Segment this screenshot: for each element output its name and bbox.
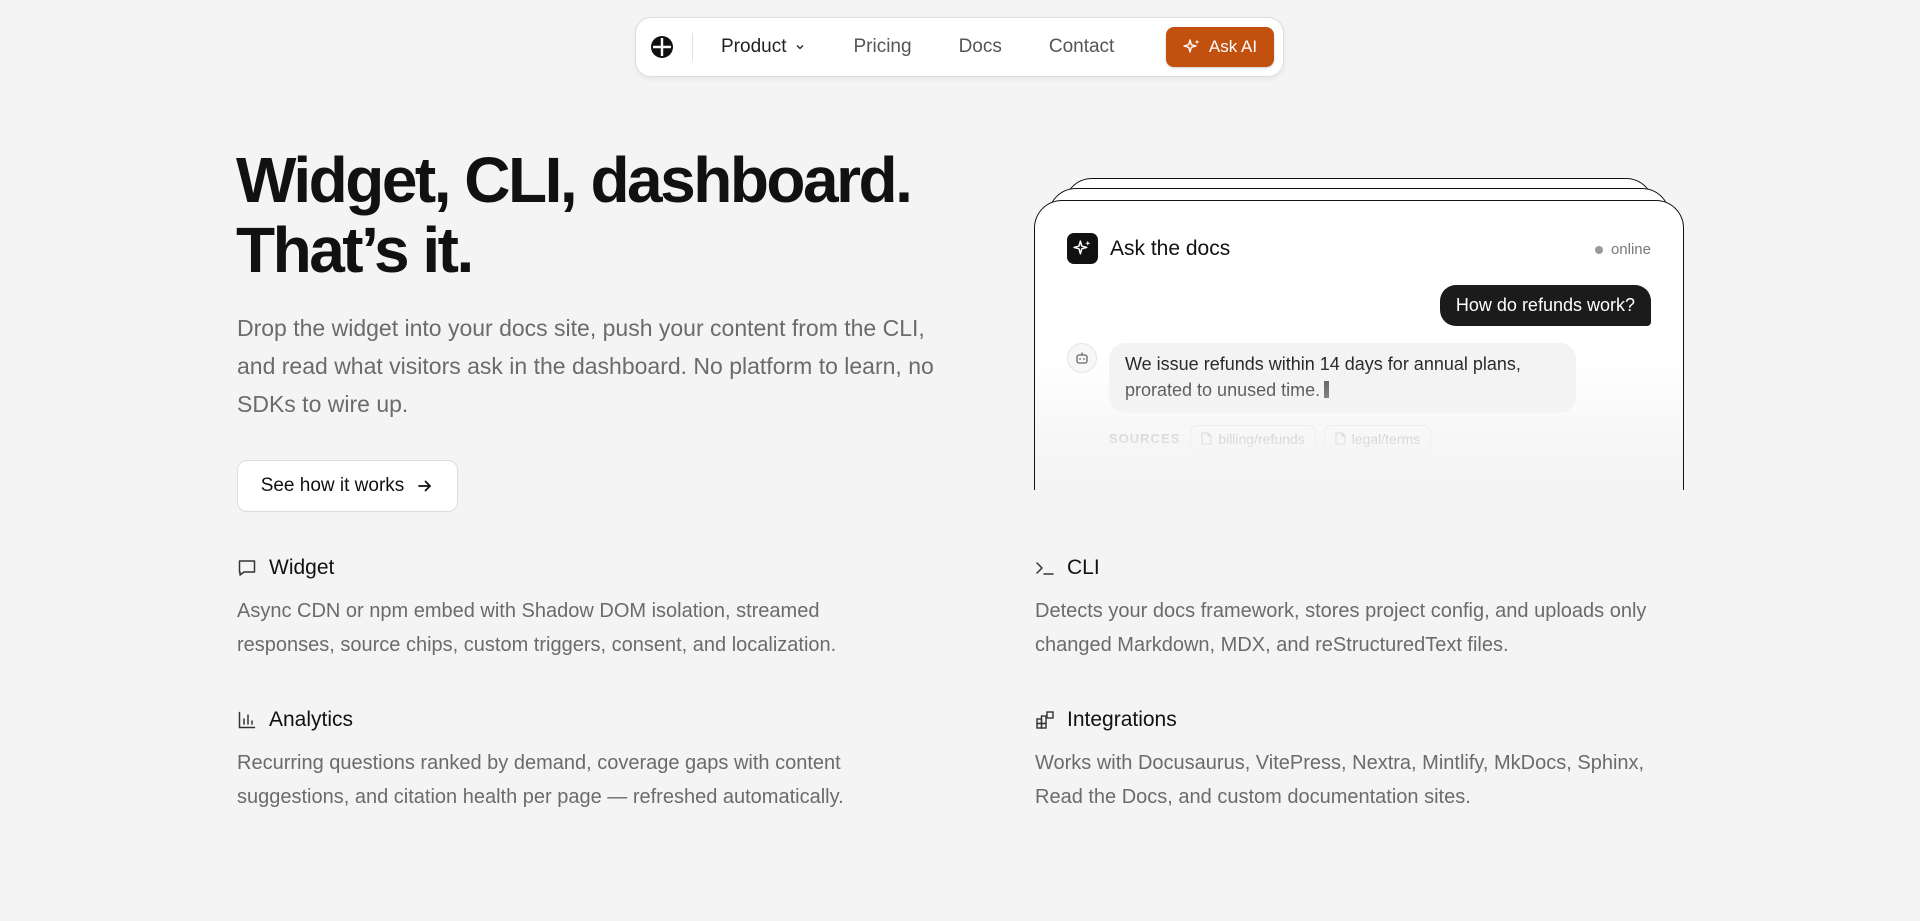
nav-item-contact[interactable]: Contact bbox=[1049, 36, 1114, 58]
feature-description: Recurring questions ranked by demand, co… bbox=[237, 752, 844, 808]
top-nav: Product Pricing Docs Contact Ask AI bbox=[635, 17, 1284, 77]
nav-item-pricing[interactable]: Pricing bbox=[853, 36, 911, 58]
feature-analytics: Analytics Recurring questions ranked by … bbox=[237, 708, 897, 814]
bot-message-text: We issue refunds within 14 days for annu… bbox=[1125, 354, 1521, 400]
terminal-icon bbox=[1035, 558, 1055, 578]
document-icon bbox=[1201, 432, 1212, 445]
cta-label: See how it works bbox=[260, 475, 405, 496]
feature-heading: Widget bbox=[237, 556, 897, 580]
feature-title: Widget bbox=[269, 556, 335, 579]
sparkle-icon bbox=[1183, 38, 1201, 56]
status-dot-icon bbox=[1594, 245, 1603, 254]
hero-title: Widget, CLI, dashboard. That’s it. bbox=[236, 144, 913, 286]
user-message: How do refunds work? bbox=[1439, 285, 1651, 326]
feature-description: Async CDN or npm embed with Shadow DOM i… bbox=[237, 600, 837, 656]
feature-description: Works with Docusaurus, VitePress, Nextra… bbox=[1035, 752, 1645, 808]
feature-heading: Integrations bbox=[1035, 708, 1695, 732]
chat-card: Ask the docs online How do refunds work?… bbox=[1034, 200, 1684, 490]
hero-title-line-2: That’s it. bbox=[236, 214, 474, 286]
feature-title: CLI bbox=[1067, 556, 1100, 579]
feature-widget: Widget Async CDN or npm embed with Shado… bbox=[237, 556, 897, 662]
feature-heading: CLI bbox=[1035, 556, 1695, 580]
chat-header: Ask the docs bbox=[1067, 233, 1230, 264]
document-icon bbox=[1335, 432, 1346, 445]
source-chip-label: legal/terms bbox=[1351, 430, 1421, 447]
arrow-right-icon bbox=[416, 477, 434, 495]
feature-title: Analytics bbox=[269, 708, 354, 731]
ask-ai-button[interactable]: Ask AI bbox=[1166, 27, 1274, 67]
bar-chart-icon bbox=[237, 710, 257, 730]
sources-row: SOURCES billing/refunds legal/terms bbox=[1109, 425, 1439, 452]
source-chip-label: billing/refunds bbox=[1218, 430, 1305, 447]
nav-item-docs[interactable]: Docs bbox=[959, 36, 1002, 58]
bot-message: We issue refunds within 14 days for annu… bbox=[1109, 343, 1576, 413]
chat-bubble-icon bbox=[237, 558, 257, 578]
integrations-icon bbox=[1035, 710, 1055, 730]
source-chip[interactable]: billing/refunds bbox=[1190, 425, 1316, 452]
sources-label: SOURCES bbox=[1109, 431, 1181, 446]
typing-cursor bbox=[1324, 381, 1330, 398]
nav-divider bbox=[692, 33, 693, 61]
status-text: online bbox=[1610, 241, 1651, 258]
feature-cli: CLI Detects your docs framework, stores … bbox=[1035, 556, 1695, 662]
chat-title: Ask the docs bbox=[1110, 236, 1231, 260]
ask-ai-label: Ask AI bbox=[1208, 37, 1258, 56]
nav-item-product[interactable]: Product bbox=[721, 36, 806, 58]
chat-preview: Ask the docs online How do refunds work?… bbox=[1034, 178, 1684, 490]
see-how-it-works-button[interactable]: See how it works bbox=[237, 460, 458, 512]
feature-title: Integrations bbox=[1067, 708, 1177, 731]
source-chip[interactable]: legal/terms bbox=[1323, 425, 1432, 452]
nav-item-label: Product bbox=[721, 36, 787, 57]
chevron-down-icon bbox=[794, 41, 806, 53]
feature-description: Detects your docs framework, stores proj… bbox=[1035, 600, 1647, 656]
feature-heading: Analytics bbox=[237, 708, 897, 732]
bot-icon bbox=[1067, 343, 1097, 373]
feature-integrations: Integrations Works with Docusaurus, Vite… bbox=[1035, 708, 1695, 814]
status-badge: online bbox=[1594, 241, 1651, 258]
brand-logo-icon[interactable] bbox=[650, 35, 674, 59]
hero-description: Drop the widget into your docs site, pus… bbox=[237, 315, 934, 417]
hero-title-line-1: Widget, CLI, dashboard. bbox=[236, 144, 913, 216]
sparkle-icon bbox=[1067, 233, 1098, 264]
